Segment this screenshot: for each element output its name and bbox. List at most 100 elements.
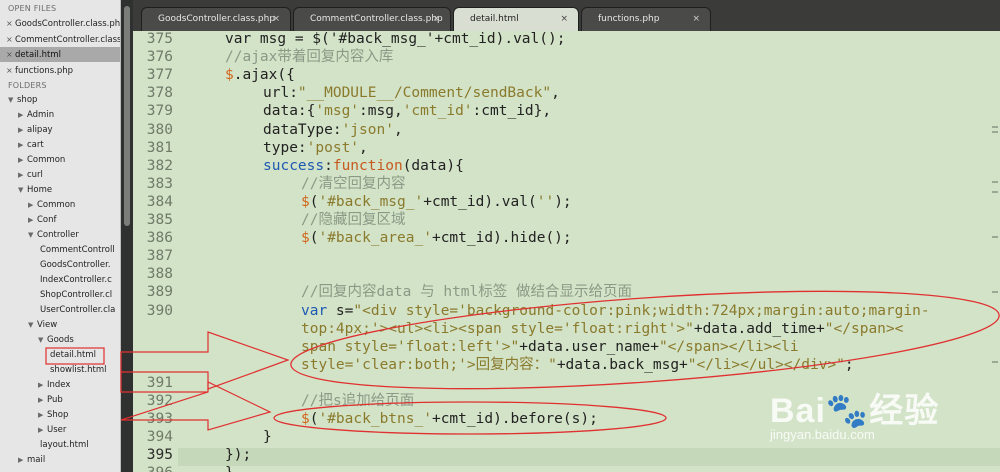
tree-item[interactable]: ▶ Common bbox=[0, 198, 75, 213]
tab-goodscontroller-class-php[interactable]: GoodsController.class.php × bbox=[141, 7, 291, 31]
line-number: 380 bbox=[146, 121, 173, 138]
close-icon[interactable]: × bbox=[272, 8, 280, 30]
folders-heading: FOLDERS bbox=[8, 81, 47, 90]
tree-item[interactable]: showlist.html bbox=[0, 363, 107, 378]
disclosure-open-icon[interactable]: ▼ bbox=[28, 228, 37, 243]
close-icon[interactable]: × bbox=[432, 8, 440, 30]
disclosure-open-icon[interactable]: ▼ bbox=[18, 183, 27, 198]
tree-item-label: IndexController.c bbox=[40, 275, 112, 285]
open-file-label: detail.html bbox=[15, 50, 61, 60]
disclosure-closed-icon[interactable]: ▶ bbox=[38, 423, 47, 438]
tree-item-label: mail bbox=[27, 455, 46, 465]
code-token: } bbox=[225, 465, 234, 472]
sidebar-scrollbar[interactable] bbox=[121, 0, 133, 472]
tree-item[interactable]: detail.html bbox=[0, 348, 96, 363]
tree-item[interactable]: ▶ Shop bbox=[0, 408, 68, 423]
code-token: "<div style='background-color:pink;width… bbox=[353, 302, 930, 319]
disclosure-closed-icon[interactable]: ▶ bbox=[18, 123, 27, 138]
code-line: $('#back_btns_'+cmt_id).before(s); bbox=[301, 410, 598, 428]
close-icon[interactable]: × bbox=[6, 32, 15, 47]
code-token: $ bbox=[301, 230, 310, 247]
tree-item[interactable]: ▶ Conf bbox=[0, 213, 57, 228]
paw-icon: 🐾 bbox=[825, 392, 870, 430]
code-line: success:function(data){ bbox=[263, 157, 464, 175]
code-token: : bbox=[324, 157, 333, 174]
tree-item[interactable]: ▶ Admin bbox=[0, 108, 54, 123]
tab-commentcontroller-class-php[interactable]: CommentController.class.php × bbox=[293, 7, 451, 31]
code-token: } bbox=[263, 429, 272, 446]
disclosure-closed-icon[interactable]: ▶ bbox=[38, 393, 47, 408]
tree-item[interactable]: IndexController.c bbox=[0, 273, 112, 288]
tree-item-label: Shop bbox=[47, 410, 69, 420]
code-token: '' bbox=[536, 193, 555, 210]
tree-item[interactable]: ▶ User bbox=[0, 423, 66, 438]
open-file-item[interactable]: × CommentController.class bbox=[0, 32, 121, 47]
tree-item[interactable]: ▼ Goods bbox=[0, 333, 74, 348]
close-icon[interactable]: × bbox=[692, 8, 700, 30]
tree-item-label: ShopController.cl bbox=[40, 290, 113, 300]
disclosure-closed-icon[interactable]: ▶ bbox=[18, 108, 27, 123]
close-icon[interactable]: × bbox=[6, 63, 15, 78]
tree-item[interactable]: ▶ Index bbox=[0, 378, 70, 393]
code-token: , bbox=[393, 121, 403, 138]
code-line: style='clear:both;'>回复内容："+data.back_msg… bbox=[301, 356, 854, 374]
open-file-item[interactable]: × detail.html bbox=[0, 47, 120, 62]
tree-item-label: CommentControll bbox=[40, 245, 115, 255]
code-line: //清空回复内容 bbox=[301, 175, 405, 193]
open-file-item[interactable]: × functions.php bbox=[0, 63, 120, 78]
open-file-label: CommentController.class bbox=[15, 34, 121, 45]
tab-detail-html[interactable]: detail.html × bbox=[453, 7, 579, 31]
disclosure-closed-icon[interactable]: ▶ bbox=[38, 408, 47, 423]
disclosure-closed-icon[interactable]: ▶ bbox=[18, 153, 27, 168]
close-icon[interactable]: × bbox=[6, 16, 15, 31]
line-number: 392 bbox=[146, 393, 173, 409]
tree-item-label: Admin bbox=[27, 110, 55, 120]
close-icon[interactable]: × bbox=[560, 8, 568, 30]
tree-item[interactable]: ▶ Common bbox=[0, 153, 65, 168]
tree-item[interactable]: layout.html bbox=[0, 438, 89, 453]
disclosure-closed-icon[interactable]: ▶ bbox=[38, 378, 47, 393]
tree-item[interactable]: ▼ shop bbox=[0, 93, 37, 108]
disclosure-closed-icon[interactable]: ▶ bbox=[28, 198, 37, 213]
tree-item-label: Controller bbox=[37, 230, 79, 240]
disclosure-open-icon[interactable]: ▼ bbox=[38, 333, 47, 348]
tab-functions-php[interactable]: functions.php × bbox=[581, 7, 711, 31]
tree-item[interactable]: ▶ mail bbox=[0, 453, 45, 468]
disclosure-closed-icon[interactable]: ▶ bbox=[18, 138, 27, 153]
tab-label: detail.html bbox=[470, 14, 519, 24]
tree-item[interactable]: ▼ Controller bbox=[0, 228, 79, 243]
disclosure-closed-icon[interactable]: ▶ bbox=[18, 168, 27, 183]
scrollbar-thumb[interactable] bbox=[124, 6, 130, 226]
tree-item[interactable]: UserController.cla bbox=[0, 303, 115, 318]
code-token: $ bbox=[301, 193, 310, 210]
close-icon[interactable]: × bbox=[6, 47, 15, 62]
code-line: } bbox=[225, 464, 234, 472]
tree-item[interactable]: GoodsController. bbox=[0, 258, 111, 273]
code-token: //ajax带着回复内容入库 bbox=[225, 49, 394, 66]
open-file-item[interactable]: × GoodsController.class.ph bbox=[0, 16, 120, 31]
watermark-logo-suffix: 经验 bbox=[869, 392, 940, 430]
tab-bar: GoodsController.class.php × CommentControl… bbox=[133, 0, 1000, 31]
disclosure-closed-icon[interactable]: ▶ bbox=[28, 213, 37, 228]
code-line: }); bbox=[225, 446, 251, 464]
code-line: url:"__MODULE__/Comment/sendBack", bbox=[263, 84, 560, 102]
tree-item[interactable]: ▶ alipay bbox=[0, 123, 53, 138]
disclosure-closed-icon[interactable]: ▶ bbox=[18, 453, 27, 468]
disclosure-open-icon[interactable]: ▼ bbox=[28, 318, 37, 333]
line-number: 382 bbox=[146, 157, 173, 174]
code-token: 'json' bbox=[341, 121, 394, 138]
code-token: '#back_msg_' bbox=[318, 193, 424, 210]
tree-item[interactable]: ▼ View bbox=[0, 318, 57, 333]
tree-item-label: showlist.html bbox=[50, 365, 107, 375]
minimap-mark bbox=[992, 361, 998, 363]
tree-item[interactable]: ShopController.cl bbox=[0, 288, 112, 303]
tree-item[interactable]: CommentControll bbox=[0, 243, 115, 258]
tree-item[interactable]: ▼ Home bbox=[0, 183, 52, 198]
tree-item[interactable]: ▶ cart bbox=[0, 138, 44, 153]
tree-item[interactable]: ▶ Pub bbox=[0, 393, 63, 408]
tree-item-label: Common bbox=[27, 155, 66, 165]
disclosure-open-icon[interactable]: ▼ bbox=[8, 93, 17, 108]
tree-item[interactable]: ▶ curl bbox=[0, 168, 43, 183]
open-file-label: functions.php bbox=[15, 65, 74, 76]
code-token: (data){ bbox=[402, 157, 464, 174]
